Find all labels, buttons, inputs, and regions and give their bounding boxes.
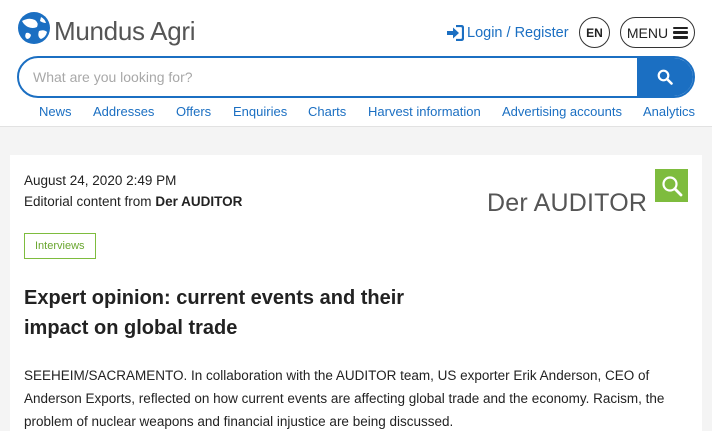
hamburger-icon: [673, 26, 689, 39]
source-logo[interactable]: Der AUDITOR: [487, 169, 689, 219]
sign-in-icon: [447, 25, 464, 41]
nav-harvest-information[interactable]: Harvest information: [368, 104, 481, 119]
menu-label: MENU: [626, 24, 669, 41]
nav-news[interactable]: News: [39, 104, 72, 119]
login-register-link[interactable]: Login / Register: [446, 24, 569, 42]
nav-enquiries[interactable]: Enquiries: [233, 104, 287, 119]
article-body: SEEHEIM/SACRAMENTO. In collaboration wit…: [24, 368, 665, 429]
globe-logo-icon: [18, 12, 50, 44]
search-icon: [657, 69, 673, 85]
magnifier-icon: [655, 169, 688, 202]
source-prefix: Editorial content from: [24, 194, 152, 209]
nav-charts[interactable]: Charts: [308, 104, 346, 119]
menu-button[interactable]: MENU: [620, 17, 695, 48]
search-bar: [17, 56, 695, 98]
language-switcher[interactable]: EN: [579, 17, 610, 48]
category-tag[interactable]: Interviews: [24, 233, 96, 259]
nav-advertising-accounts[interactable]: Advertising accounts: [502, 104, 622, 119]
search-input[interactable]: [19, 58, 637, 96]
nav-offers[interactable]: Offers: [176, 104, 211, 119]
site-logo[interactable]: Mundus Agri: [17, 9, 196, 47]
article-title: Expert opinion: current events and their…: [24, 287, 405, 339]
source-logo-text: Der AUDITOR: [487, 189, 648, 217]
nav-analytics[interactable]: Analytics: [643, 104, 695, 119]
article-card: August 24, 2020 2:49 PM Editorial conten…: [10, 155, 702, 431]
article-source: Editorial content from Der AUDITOR: [24, 194, 242, 209]
search-button[interactable]: [637, 58, 693, 96]
nav-addresses[interactable]: Addresses: [93, 104, 154, 119]
article-date: August 24, 2020 2:49 PM: [24, 173, 177, 188]
login-label: Login / Register: [467, 25, 569, 41]
source-name[interactable]: Der AUDITOR: [155, 194, 242, 209]
brand-name: Mundus Agri: [54, 15, 196, 46]
site-header: Mundus Agri Login / Register EN MENU New…: [0, 0, 712, 127]
main-nav: News Addresses Offers Enquiries Charts H…: [0, 104, 712, 122]
